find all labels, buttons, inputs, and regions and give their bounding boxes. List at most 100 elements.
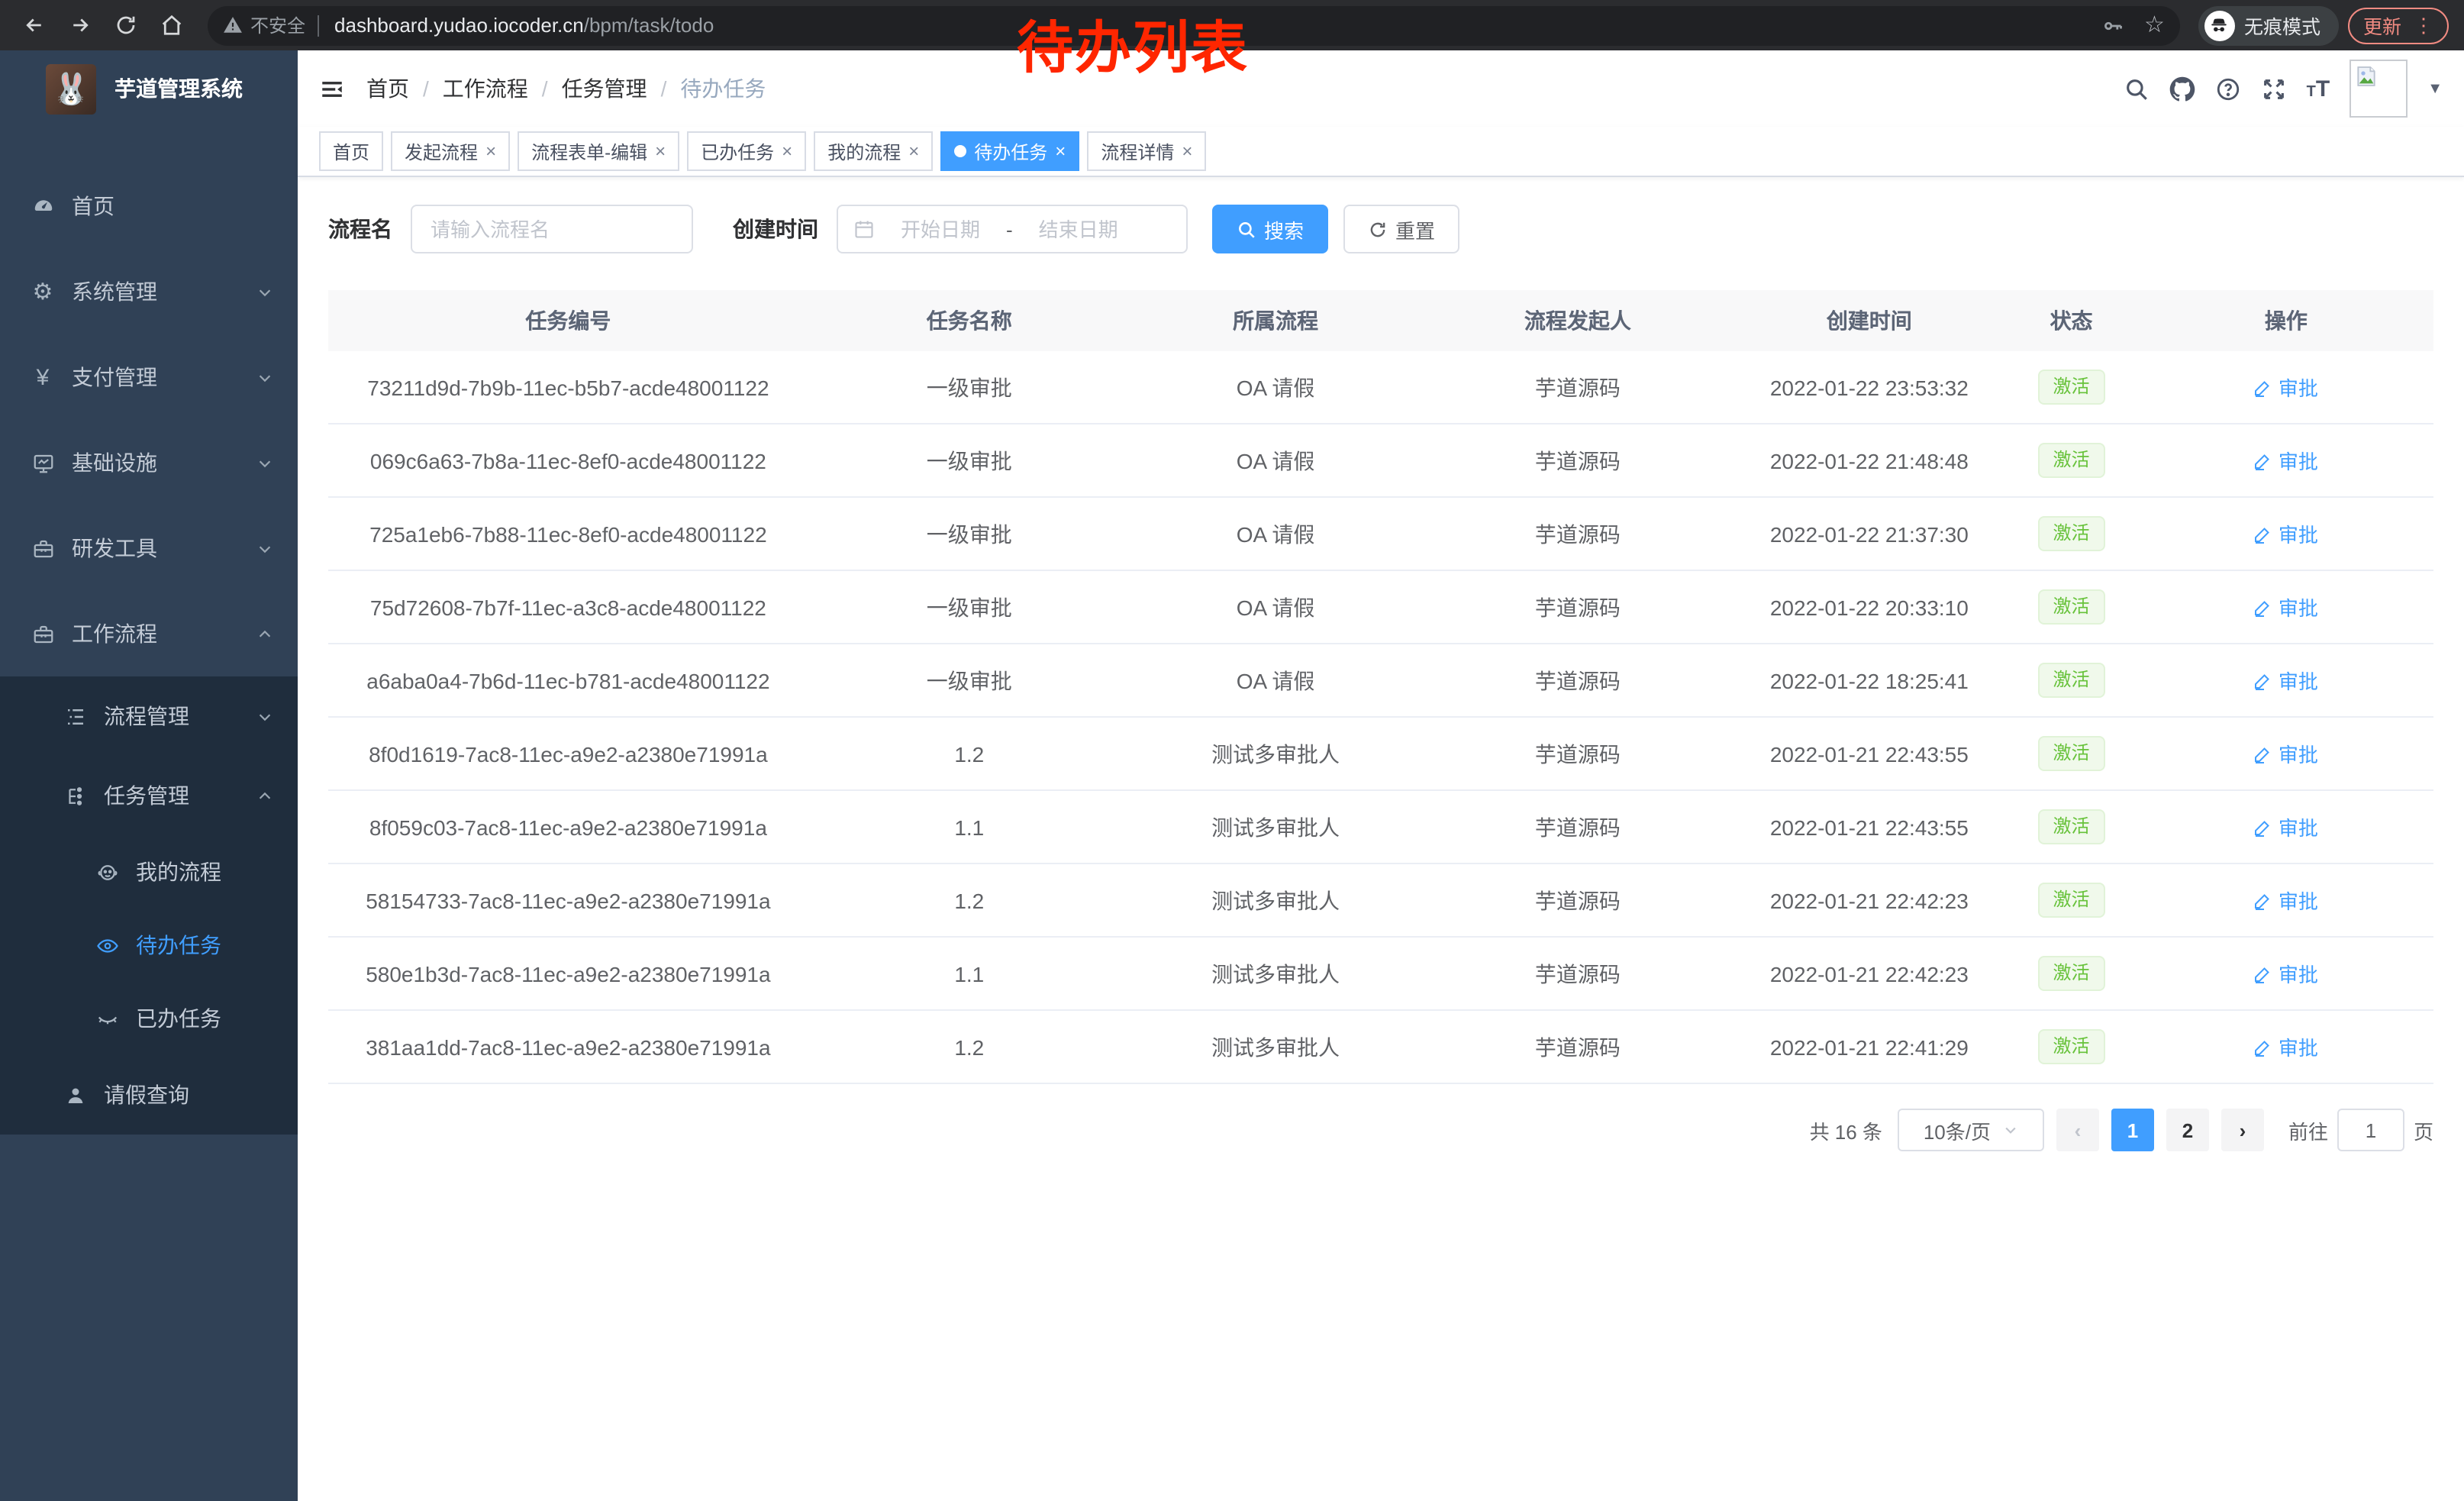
approve-link-label: 审批 [2279, 739, 2318, 768]
home-icon[interactable] [153, 7, 189, 44]
cell-process: OA 请假 [1130, 372, 1421, 402]
sidebar-item-label: 支付管理 [72, 362, 157, 392]
page-button-1[interactable]: 1 [2111, 1109, 2154, 1151]
chevron-down-icon[interactable]: ▼ [2427, 80, 2443, 97]
cell-process: OA 请假 [1130, 665, 1421, 696]
breadcrumb-current: 待办任务 [680, 73, 766, 104]
incognito-icon [2204, 10, 2235, 40]
approve-link[interactable]: 审批 [2254, 373, 2318, 402]
chevron-down-icon [256, 283, 273, 300]
end-date-input[interactable] [1022, 218, 1135, 240]
chevron-down-icon [256, 540, 273, 557]
sidebar-item-leave-query[interactable]: 请假查询 [0, 1055, 298, 1135]
approve-link-label: 审批 [2279, 592, 2318, 621]
approve-link[interactable]: 审批 [2254, 592, 2318, 621]
tab-start-process[interactable]: 发起流程 × [391, 131, 510, 171]
sidebar-item-todo-tasks[interactable]: 待办任务 [0, 909, 298, 982]
sidebar-item-home[interactable]: 首页 [0, 163, 298, 249]
cell-task-id: 73211d9d-7b9b-11ec-b5b7-acde48001122 [328, 375, 808, 399]
sidebar-item-label: 已办任务 [136, 1003, 221, 1034]
breadcrumb-home[interactable]: 首页 [366, 73, 409, 104]
approve-link[interactable]: 审批 [2254, 886, 2318, 915]
fullscreen-icon[interactable] [2261, 76, 2287, 102]
pagination: 共 16 条 10条/页 ‹ 1 2 › 前往 页 [328, 1109, 2433, 1151]
close-icon[interactable]: × [485, 140, 496, 162]
tab-label: 待办任务 [974, 138, 1047, 164]
approve-link[interactable]: 审批 [2254, 519, 2318, 548]
cell-task-id: 75d72608-7b7f-11ec-a3c8-acde48001122 [328, 595, 808, 619]
approve-link-label: 审批 [2279, 446, 2318, 475]
workflow-submenu: 流程管理 任务管理 [0, 676, 298, 1135]
tab-label: 已办任务 [701, 138, 774, 164]
tab-my-process[interactable]: 我的流程 × [814, 131, 933, 171]
tab-label: 发起流程 [405, 138, 478, 164]
reset-button-label: 重置 [1395, 215, 1435, 244]
sidebar-item-my-process[interactable]: 我的流程 [0, 835, 298, 909]
sidebar-item-task-management[interactable]: 任务管理 [0, 756, 298, 835]
tags-view: 首页 发起流程 × 流程表单-编辑 × 已办任务 × 我的流程 × [298, 127, 2464, 177]
tab-done-tasks[interactable]: 已办任务 × [687, 131, 806, 171]
table-row: 8f0d1619-7ac8-11ec-a9e2-a2380e71991a 1.2… [328, 718, 2433, 791]
search-icon[interactable] [2124, 76, 2150, 102]
goto-page-input[interactable] [2337, 1109, 2404, 1151]
process-name-input[interactable] [411, 205, 693, 253]
list-icon [63, 704, 87, 728]
approve-link[interactable]: 审批 [2254, 739, 2318, 768]
date-range-picker[interactable]: - [837, 205, 1188, 253]
start-date-input[interactable] [884, 218, 997, 240]
help-icon[interactable] [2215, 76, 2241, 102]
approve-link[interactable]: 审批 [2254, 446, 2318, 475]
reset-button[interactable]: 重置 [1343, 205, 1459, 253]
browser-menu-icon[interactable]: ⋮ [2414, 15, 2433, 35]
cell-task-name: 1.2 [808, 1035, 1130, 1059]
close-icon[interactable]: × [655, 140, 666, 162]
avatar[interactable] [2350, 60, 2408, 118]
approve-link[interactable]: 审批 [2254, 812, 2318, 841]
cell-task-name: 一级审批 [808, 592, 1130, 622]
close-icon[interactable]: × [1055, 140, 1066, 162]
next-page-button[interactable]: › [2221, 1109, 2264, 1151]
bookmark-star-icon[interactable]: ☆ [2144, 14, 2165, 37]
github-icon[interactable] [2169, 76, 2195, 102]
approve-link-label: 审批 [2279, 812, 2318, 841]
breadcrumb-workflow[interactable]: 工作流程 [443, 73, 528, 104]
cell-status: 激活 [2004, 589, 2139, 625]
sidebar-item-devtools[interactable]: 研发工具 [0, 505, 298, 591]
breadcrumb-task-management[interactable]: 任务管理 [562, 73, 647, 104]
col-process: 所属流程 [1130, 305, 1421, 336]
search-button[interactable]: 搜索 [1212, 205, 1328, 253]
update-button[interactable]: 更新 ⋮ [2348, 7, 2449, 44]
sidebar-logo[interactable]: 🐰 芋道管理系统 [0, 50, 298, 127]
tab-todo-tasks[interactable]: 待办任务 × [940, 131, 1079, 171]
approve-link[interactable]: 审批 [2254, 1032, 2318, 1061]
sidebar-item-done-tasks[interactable]: 已办任务 [0, 982, 298, 1055]
sidebar-item-infrastructure[interactable]: 基础设施 [0, 420, 298, 505]
sidebar-item-system[interactable]: ⚙ 系统管理 [0, 249, 298, 334]
page-size-select[interactable]: 10条/页 [1898, 1109, 2044, 1151]
forward-icon[interactable] [61, 7, 98, 44]
tab-home[interactable]: 首页 [319, 131, 383, 171]
font-size-icon[interactable]: TT [2307, 77, 2330, 100]
reload-icon[interactable] [107, 7, 144, 44]
close-icon[interactable]: × [1182, 140, 1192, 162]
approve-link[interactable]: 审批 [2254, 959, 2318, 988]
page-button-2[interactable]: 2 [2166, 1109, 2209, 1151]
sidebar-collapse-icon[interactable] [319, 76, 345, 102]
close-icon[interactable]: × [782, 140, 792, 162]
back-icon[interactable] [15, 7, 52, 44]
tab-process-detail[interactable]: 流程详情 × [1087, 131, 1206, 171]
prev-page-button[interactable]: ‹ [2056, 1109, 2099, 1151]
toolbox-icon [31, 536, 55, 560]
close-icon[interactable]: × [908, 140, 919, 162]
incognito-label: 无痕模式 [2244, 11, 2320, 40]
security-warning-icon[interactable] [223, 15, 243, 35]
tab-process-form-edit[interactable]: 流程表单-编辑 × [518, 131, 679, 171]
key-icon[interactable] [2101, 15, 2123, 36]
sidebar-item-payment[interactable]: ¥ 支付管理 [0, 334, 298, 420]
sidebar-item-workflow[interactable]: 工作流程 [0, 591, 298, 676]
approve-link[interactable]: 审批 [2254, 666, 2318, 695]
incognito-badge: 无痕模式 [2198, 5, 2339, 45]
tasks-table: 任务编号 任务名称 所属流程 流程发起人 创建时间 状态 操作 73211d9d… [328, 290, 2433, 1084]
sidebar-item-process-management[interactable]: 流程管理 [0, 676, 298, 756]
sidebar-item-label: 任务管理 [104, 780, 189, 811]
